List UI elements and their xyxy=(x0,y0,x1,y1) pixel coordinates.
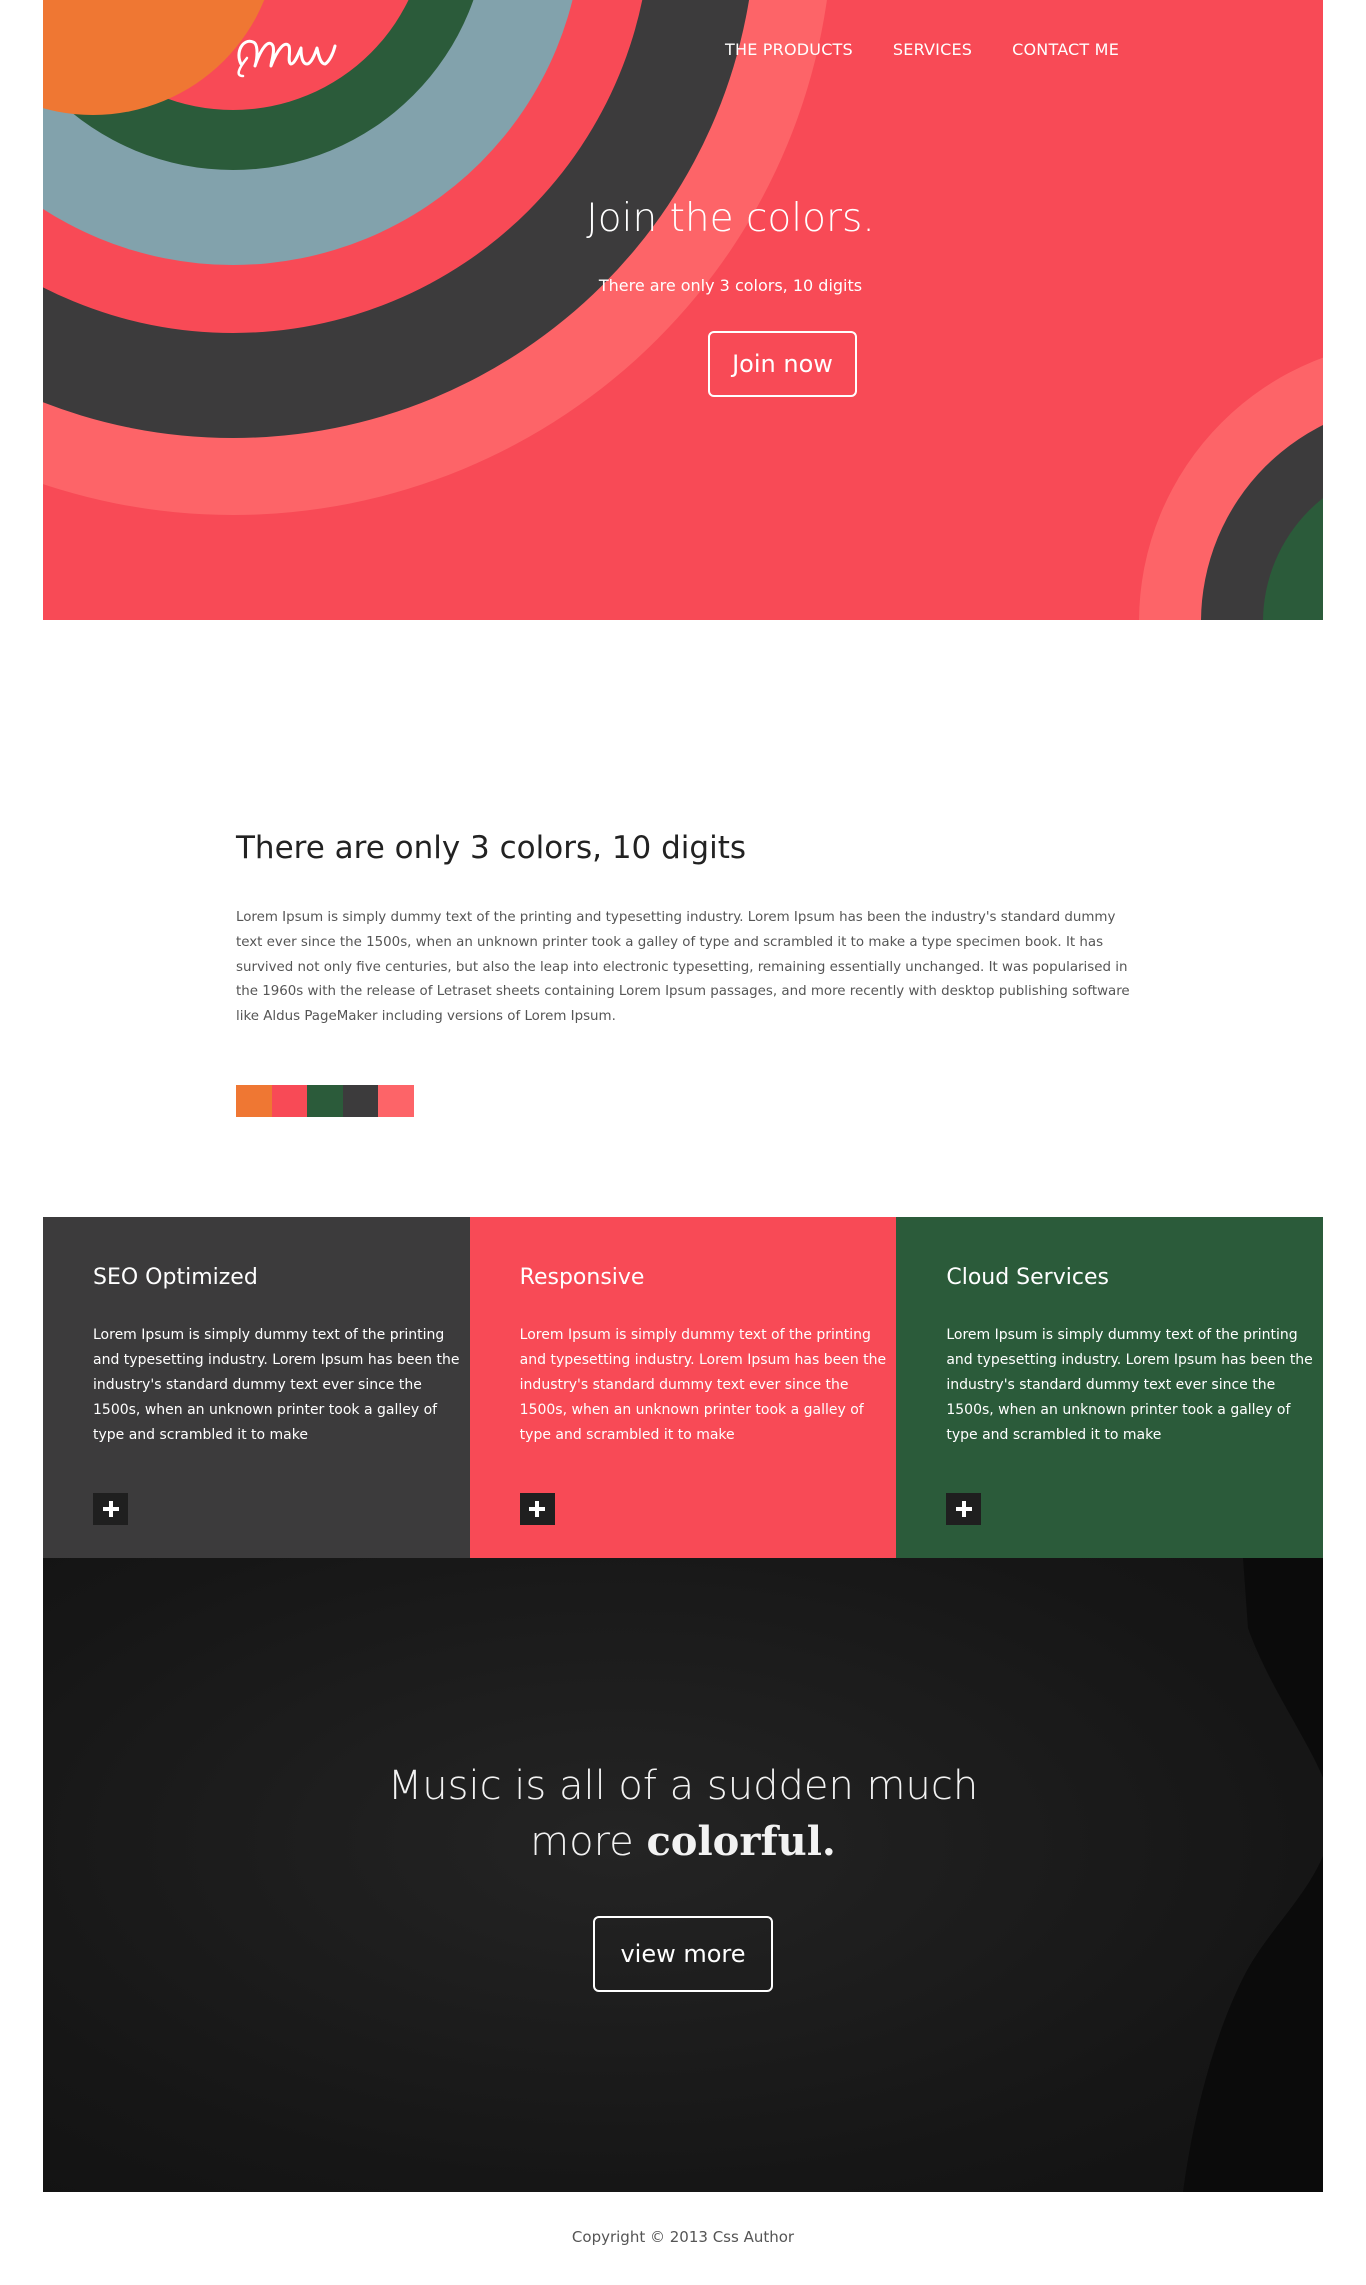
hero-subtitle: There are only 3 colors, 10 digits xyxy=(598,276,863,295)
expand-seo-button[interactable] xyxy=(93,1493,128,1525)
hero-concentric-circles xyxy=(43,0,1323,620)
nav-item-products[interactable]: THE PRODUCTS xyxy=(725,40,853,59)
hero-section: THE PRODUCTS SERVICES CONTACT ME Join th… xyxy=(43,0,1323,620)
plus-icon xyxy=(529,1501,546,1517)
nav-item-services[interactable]: SERVICES xyxy=(893,40,972,59)
site-logo[interactable] xyxy=(233,22,343,82)
swatch-coral xyxy=(378,1085,414,1117)
swatch-orange xyxy=(236,1085,272,1117)
color-palette xyxy=(236,1085,414,1117)
expand-cloud-button[interactable] xyxy=(946,1493,982,1525)
feature-body: Lorem Ipsum is simply dummy text of the … xyxy=(93,1327,460,1443)
features-section: SEO Optimized Lorem Ipsum is simply dumm… xyxy=(43,1217,1324,1558)
expand-responsive-button[interactable] xyxy=(519,1493,555,1525)
feature-cloud: Cloud Services Lorem Ipsum is simply dum… xyxy=(896,1217,1324,1558)
plus-icon xyxy=(955,1501,972,1517)
music-section: Music is all of a sudden much more color… xyxy=(43,1558,1323,2192)
feature-responsive: Responsive Lorem Ipsum is simply dummy t… xyxy=(469,1217,897,1558)
swatch-red xyxy=(271,1085,308,1117)
main-nav: THE PRODUCTS SERVICES CONTACT ME xyxy=(725,40,1159,59)
intro-title: There are only 3 colors, 10 digits xyxy=(236,830,747,866)
feature-body: Lorem Ipsum is simply dummy text of the … xyxy=(946,1327,1313,1443)
view-more-button[interactable]: view more xyxy=(593,1916,773,1992)
feature-body: Lorem Ipsum is simply dummy text of the … xyxy=(519,1327,887,1443)
nav-item-contact[interactable]: CONTACT ME xyxy=(1012,40,1119,59)
music-title-emphasis: colorful. xyxy=(646,1818,836,1865)
feature-title: SEO Optimized xyxy=(93,1265,258,1290)
swatch-green xyxy=(307,1085,343,1117)
background-silhouette xyxy=(1183,1558,1323,2192)
music-title-line2: more xyxy=(530,1819,647,1865)
intro-body: Lorem Ipsum is simply dummy text of the … xyxy=(236,910,1130,1025)
hero-title: Join the colors. xyxy=(586,196,875,241)
swatch-dark-gray xyxy=(342,1085,379,1117)
join-now-button[interactable]: Join now xyxy=(708,331,857,397)
music-title: Music is all of a sudden much more color… xyxy=(43,1758,1323,1870)
plus-icon xyxy=(102,1501,119,1517)
feature-title: Responsive xyxy=(519,1265,645,1290)
music-title-line1: Music is all of a sudden much xyxy=(387,1763,979,1809)
feature-seo: SEO Optimized Lorem Ipsum is simply dumm… xyxy=(43,1217,470,1558)
footer-copyright: Copyright © 2013 Css Author xyxy=(571,2228,795,2246)
feature-title: Cloud Services xyxy=(946,1265,1109,1290)
